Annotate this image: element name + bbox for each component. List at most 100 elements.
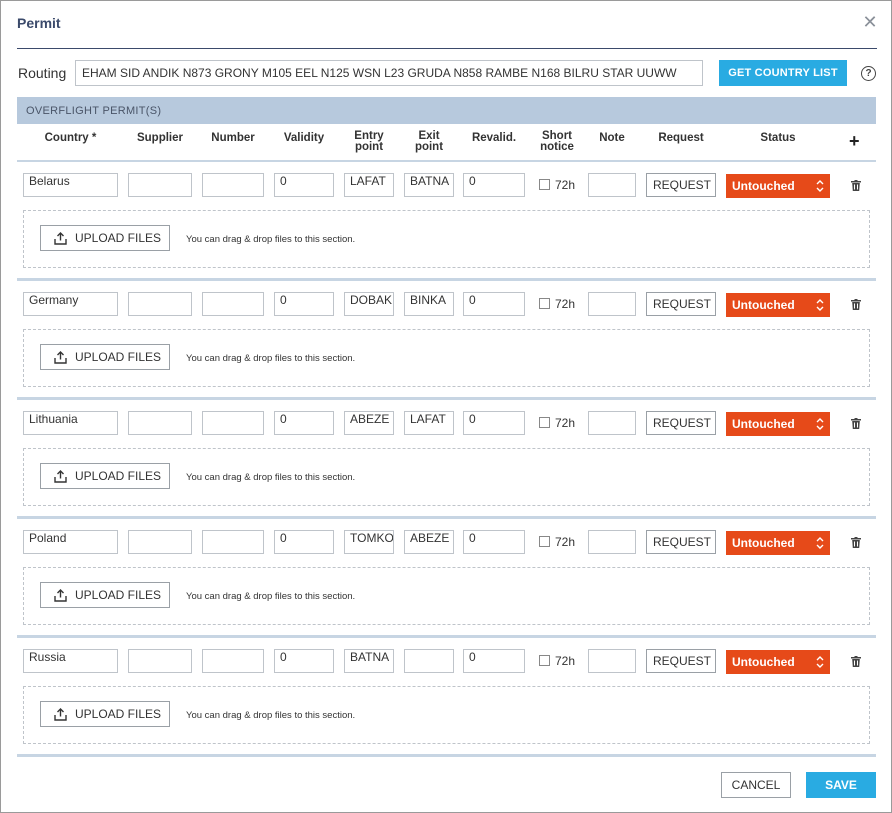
file-drop-zone[interactable]: UPLOAD FILES You can drag & drop files t… (23, 448, 870, 506)
upload-files-button[interactable]: UPLOAD FILES (40, 701, 170, 727)
col-entry-point: Entry point (344, 130, 394, 153)
status-value: Untouched (732, 417, 795, 431)
status-value: Untouched (732, 655, 795, 669)
note-field[interactable] (588, 411, 636, 435)
status-select[interactable]: Untouched (726, 531, 830, 555)
get-country-list-button[interactable]: GET COUNTRY LIST (719, 60, 847, 86)
add-permit-icon[interactable]: + (849, 132, 860, 150)
supplier-field[interactable] (128, 411, 192, 435)
upload-files-button[interactable]: UPLOAD FILES (40, 463, 170, 489)
revalid-field[interactable]: 0 (463, 530, 525, 554)
permit-row: Belarus 0 LAFAT BATNA 0 72h REQUEST Unto… (1, 161, 892, 281)
trash-icon[interactable] (851, 656, 861, 667)
country-field[interactable]: Russia (23, 649, 118, 673)
col-short-notice: Short notice (531, 130, 583, 153)
short-notice-label: 72h (555, 416, 576, 430)
request-button[interactable]: REQUEST (646, 173, 716, 197)
status-select[interactable]: Untouched (726, 412, 830, 436)
file-drop-zone[interactable]: UPLOAD FILES You can drag & drop files t… (23, 329, 870, 387)
exit-point-field[interactable]: ABEZE (404, 530, 454, 554)
request-button[interactable]: REQUEST (646, 649, 716, 673)
updown-caret-icon (816, 537, 824, 549)
validity-field[interactable]: 0 (274, 649, 334, 673)
note-field[interactable] (588, 173, 636, 197)
status-select[interactable]: Untouched (726, 174, 830, 198)
revalid-field[interactable]: 0 (463, 649, 525, 673)
short-notice-label: 72h (555, 178, 576, 192)
col-exit-point: Exit point (404, 130, 454, 153)
trash-icon[interactable] (851, 299, 861, 310)
col-status: Status (760, 132, 796, 144)
entry-point-field[interactable]: TOMKO (344, 530, 394, 554)
trash-icon[interactable] (851, 180, 861, 191)
routing-input[interactable] (75, 60, 703, 86)
short-notice-checkbox[interactable] (539, 417, 550, 428)
country-field[interactable]: Poland (23, 530, 118, 554)
number-field[interactable] (202, 411, 264, 435)
supplier-field[interactable] (128, 292, 192, 316)
request-button[interactable]: REQUEST (646, 292, 716, 316)
col-exit-line2: point (414, 141, 444, 153)
supplier-field[interactable] (128, 173, 192, 197)
permit-row: Lithuania 0 ABEZE LAFAT 0 72h REQUEST Un… (1, 399, 892, 519)
validity-field[interactable]: 0 (274, 411, 334, 435)
note-field[interactable] (588, 292, 636, 316)
file-drop-zone[interactable]: UPLOAD FILES You can drag & drop files t… (23, 686, 870, 744)
revalid-field[interactable]: 0 (463, 411, 525, 435)
short-notice-checkbox[interactable] (539, 536, 550, 547)
trash-icon[interactable] (851, 537, 861, 548)
entry-point-field[interactable]: LAFAT (344, 173, 394, 197)
drop-hint: You can drag & drop files to this sectio… (186, 472, 356, 483)
upload-label: UPLOAD FILES (75, 350, 162, 364)
exit-point-field[interactable]: BINKA (404, 292, 454, 316)
country-field[interactable]: Lithuania (23, 411, 118, 435)
help-icon[interactable]: ? (861, 66, 876, 81)
upload-icon (54, 589, 67, 602)
drop-hint: You can drag & drop files to this sectio… (186, 591, 356, 602)
number-field[interactable] (202, 292, 264, 316)
upload-files-button[interactable]: UPLOAD FILES (40, 344, 170, 370)
entry-point-field[interactable]: DOBAK (344, 292, 394, 316)
short-notice-checkbox[interactable] (539, 655, 550, 666)
revalid-field[interactable]: 0 (463, 292, 525, 316)
save-button[interactable]: SAVE (806, 772, 876, 798)
file-drop-zone[interactable]: UPLOAD FILES You can drag & drop files t… (23, 567, 870, 625)
note-field[interactable] (588, 530, 636, 554)
country-field[interactable]: Germany (23, 292, 118, 316)
upload-icon (54, 232, 67, 245)
close-icon[interactable]: ✕ (861, 13, 879, 31)
status-select[interactable]: Untouched (726, 650, 830, 674)
exit-point-field[interactable]: BATNA (404, 173, 454, 197)
note-field[interactable] (588, 649, 636, 673)
cancel-button[interactable]: CANCEL (721, 772, 791, 798)
section-title: OVERFLIGHT PERMIT(S) (26, 105, 162, 117)
exit-point-field[interactable] (404, 649, 454, 673)
short-notice-label: 72h (555, 297, 576, 311)
validity-field[interactable]: 0 (274, 173, 334, 197)
request-button[interactable]: REQUEST (646, 530, 716, 554)
number-field[interactable] (202, 649, 264, 673)
validity-field[interactable]: 0 (274, 292, 334, 316)
request-button[interactable]: REQUEST (646, 411, 716, 435)
status-select[interactable]: Untouched (726, 293, 830, 317)
number-field[interactable] (202, 530, 264, 554)
number-field[interactable] (202, 173, 264, 197)
drop-hint: You can drag & drop files to this sectio… (186, 353, 356, 364)
row-divider (17, 754, 876, 757)
upload-files-button[interactable]: UPLOAD FILES (40, 225, 170, 251)
trash-icon[interactable] (851, 418, 861, 429)
short-notice-checkbox[interactable] (539, 298, 550, 309)
status-value: Untouched (732, 298, 795, 312)
drop-hint: You can drag & drop files to this sectio… (186, 710, 356, 721)
file-drop-zone[interactable]: UPLOAD FILES You can drag & drop files t… (23, 210, 870, 268)
supplier-field[interactable] (128, 649, 192, 673)
entry-point-field[interactable]: ABEZE (344, 411, 394, 435)
exit-point-field[interactable]: LAFAT (404, 411, 454, 435)
entry-point-field[interactable]: BATNA (344, 649, 394, 673)
country-field[interactable]: Belarus (23, 173, 118, 197)
revalid-field[interactable]: 0 (463, 173, 525, 197)
validity-field[interactable]: 0 (274, 530, 334, 554)
upload-files-button[interactable]: UPLOAD FILES (40, 582, 170, 608)
supplier-field[interactable] (128, 530, 192, 554)
short-notice-checkbox[interactable] (539, 179, 550, 190)
